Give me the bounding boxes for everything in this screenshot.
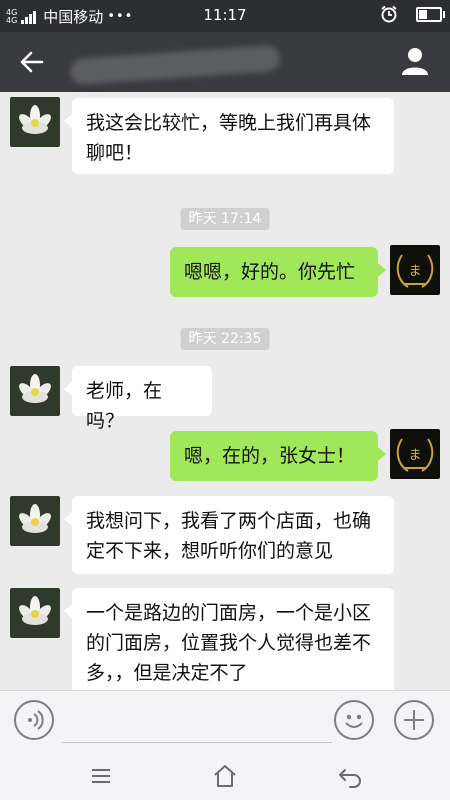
alarm-icon bbox=[381, 5, 397, 23]
message-list: 我这会比较忙，等晚上我们再具体聊吧！ 昨天 17:14 嗯嗯，好的。你先忙 ま … bbox=[0, 92, 450, 690]
arrow-left-icon[interactable] bbox=[18, 48, 46, 76]
plus-icon[interactable] bbox=[394, 700, 434, 740]
message-bubble-in[interactable]: 我这会比较忙，等晚上我们再具体聊吧！ bbox=[64, 98, 394, 174]
message-bubble-in[interactable]: 老师，在吗？ bbox=[64, 366, 212, 432]
status-right bbox=[380, 5, 445, 23]
system-nav-bar bbox=[0, 752, 450, 800]
emoji-icon[interactable] bbox=[334, 700, 374, 740]
timestamp: 昨天 17:14 bbox=[180, 208, 270, 230]
chat-title-redacted bbox=[69, 44, 281, 86]
chat-header bbox=[0, 32, 450, 92]
message-bubble-out[interactable]: 嗯，在的，张女士！ bbox=[170, 431, 386, 481]
person-icon[interactable] bbox=[400, 46, 430, 76]
message-bubble-in[interactable]: 我想问下，我看了两个店面，也确定不下来，想听听你们的意见 bbox=[64, 496, 394, 574]
timestamp: 昨天 22:35 bbox=[180, 328, 270, 350]
status-bar: 4G 4G 中国移动 ••• 11:17 bbox=[0, 0, 450, 32]
message-input[interactable] bbox=[62, 742, 332, 743]
brand-avatar[interactable]: ま bbox=[390, 429, 440, 479]
lotus-avatar[interactable] bbox=[10, 97, 60, 147]
svg-text:ま: ま bbox=[408, 448, 421, 463]
lotus-avatar[interactable] bbox=[10, 588, 60, 638]
input-bar bbox=[0, 690, 450, 753]
back-icon[interactable] bbox=[336, 762, 364, 790]
brand-avatar[interactable]: ま bbox=[390, 245, 440, 295]
lotus-avatar[interactable] bbox=[10, 366, 60, 416]
battery-icon bbox=[416, 6, 445, 22]
voice-icon[interactable] bbox=[14, 700, 54, 740]
svg-text:ま: ま bbox=[408, 264, 421, 279]
menu-icon[interactable] bbox=[87, 762, 115, 790]
lotus-avatar[interactable] bbox=[10, 496, 60, 546]
home-icon[interactable] bbox=[211, 762, 239, 790]
message-bubble-in[interactable]: 一个是路边的门面房，一个是小区的门面房，位置我个人觉得也差不多，，但是决定不了 bbox=[64, 588, 394, 690]
message-bubble-out[interactable]: 嗯嗯，好的。你先忙 bbox=[170, 247, 386, 297]
